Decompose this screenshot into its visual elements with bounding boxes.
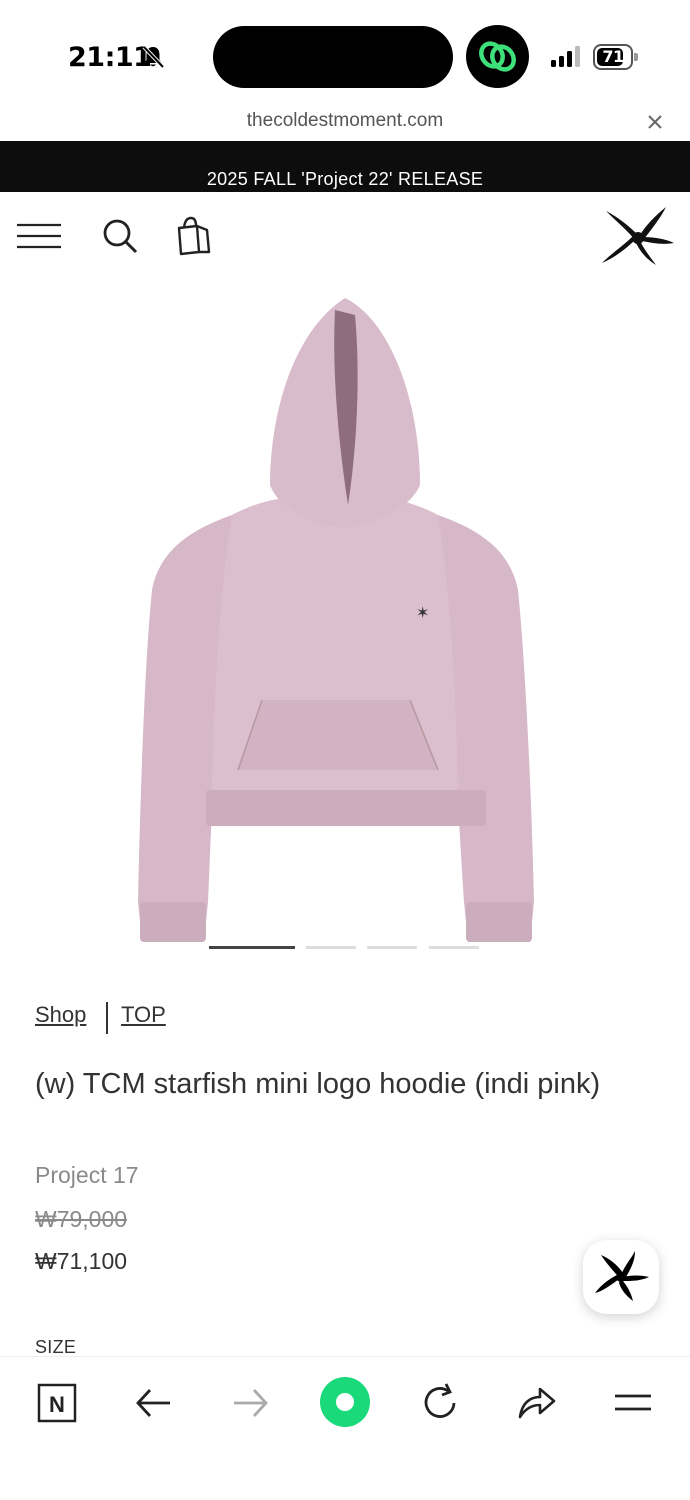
address-bar[interactable]: thecoldestmoment.com bbox=[0, 100, 690, 140]
announcement-bar[interactable]: 2025 FALL 'Project 22' RELEASE bbox=[0, 141, 690, 192]
bell-slash-icon bbox=[142, 45, 165, 69]
reload-icon[interactable] bbox=[416, 1379, 464, 1427]
size-label: SIZE bbox=[35, 1337, 77, 1357]
carousel-dot-3[interactable] bbox=[367, 946, 417, 949]
browser-menu-icon[interactable] bbox=[609, 1379, 657, 1427]
naver-home-icon[interactable]: N bbox=[33, 1379, 81, 1427]
status-time: 21:11 bbox=[68, 42, 152, 73]
dynamic-island bbox=[213, 26, 453, 88]
product-image[interactable]: ✶ bbox=[120, 290, 550, 950]
floating-chat-button[interactable] bbox=[583, 1240, 659, 1314]
battery-level: 71 bbox=[602, 47, 624, 66]
back-arrow-icon[interactable] bbox=[130, 1379, 178, 1427]
carousel-dot-2[interactable] bbox=[306, 946, 356, 949]
share-icon[interactable] bbox=[512, 1379, 560, 1427]
breadcrumb-divider bbox=[106, 1002, 108, 1034]
product-title: (w) TCM starfish mini logo hoodie (indi … bbox=[35, 1068, 601, 1100]
breadcrumb-top[interactable]: TOP bbox=[121, 1002, 166, 1028]
svg-text:N: N bbox=[49, 1392, 65, 1417]
menu-icon[interactable] bbox=[17, 222, 61, 250]
forward-arrow-icon[interactable] bbox=[226, 1379, 274, 1427]
battery-icon: 71 bbox=[593, 44, 639, 70]
starfish-chat-icon bbox=[595, 1251, 649, 1301]
hoodie-illustration: ✶ bbox=[138, 298, 534, 942]
announcement-text[interactable]: 2025 FALL 'Project 22' RELEASE bbox=[0, 169, 690, 190]
original-price: ₩79,000 bbox=[35, 1206, 128, 1232]
signal-icon bbox=[551, 46, 580, 67]
browser-toolbar: N bbox=[0, 1356, 690, 1500]
app-link-icon[interactable] bbox=[466, 25, 529, 88]
carousel-dot-1[interactable] bbox=[209, 946, 295, 949]
close-icon[interactable] bbox=[644, 111, 666, 133]
sale-price: ₩71,100 bbox=[35, 1248, 128, 1274]
starfish-logo-icon[interactable] bbox=[600, 205, 675, 267]
shopping-bag-icon[interactable] bbox=[175, 216, 211, 256]
product-collection: Project 17 bbox=[35, 1162, 139, 1188]
status-bar: 21:11 71 bbox=[0, 0, 690, 100]
carousel-dot-4[interactable] bbox=[429, 946, 479, 949]
svg-text:✶: ✶ bbox=[416, 603, 429, 622]
search-icon[interactable] bbox=[101, 217, 139, 255]
url-text[interactable]: thecoldestmoment.com bbox=[0, 110, 690, 132]
breadcrumb-shop[interactable]: Shop bbox=[35, 1002, 86, 1028]
green-dot-icon[interactable] bbox=[316, 1373, 374, 1431]
